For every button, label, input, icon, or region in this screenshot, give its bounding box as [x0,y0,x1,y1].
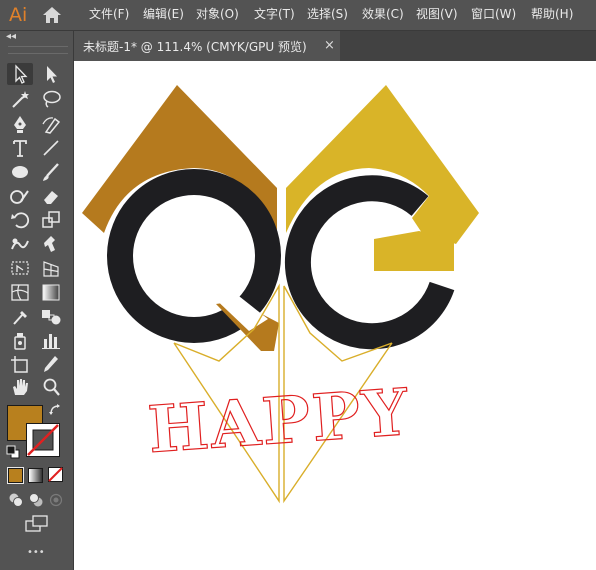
default-colors-icon[interactable] [6,445,20,459]
document-tab-bar: 未标题-1* @ 111.4% (CMYK/GPU 预览) × [74,31,596,61]
mesh-tool-icon[interactable] [7,281,33,303]
menu-bar: Ai 文件(F) 编辑(E) 对象(O) 文字(T) 选择(S) 效果(C) 视… [0,0,596,31]
lasso-tool-icon[interactable] [38,88,64,110]
blend-tool-icon[interactable] [38,305,64,327]
symbol-sprayer-tool-icon[interactable] [7,329,33,351]
menu-effect[interactable]: 效果(C) [362,7,404,22]
menu-edit[interactable]: 编辑(E) [143,7,184,22]
document-tab[interactable]: 未标题-1* @ 111.4% (CMYK/GPU 预览) × [74,31,340,61]
column-graph-tool-icon[interactable] [38,329,64,351]
menu-view[interactable]: 视图(V) [416,7,458,22]
g-crossbar [374,239,454,269]
warp-tool-icon[interactable] [7,233,33,255]
menu-type[interactable]: 文字(T) [254,7,295,22]
slice-tool-icon[interactable] [38,353,64,375]
screen-mode-icon[interactable] [25,515,49,533]
selection-tool-icon[interactable] [7,63,33,85]
close-icon[interactable]: × [324,38,335,53]
puppet-warp-tool-icon[interactable] [38,233,64,255]
menu-window[interactable]: 窗口(W) [471,7,516,22]
eraser-tool-icon[interactable] [38,185,64,207]
document-tab-label: 未标题-1* @ 111.4% (CMYK/GPU 预览) [83,40,307,54]
line-segment-tool-icon[interactable] [38,137,64,159]
none-mode-icon[interactable] [48,467,63,482]
type-tool-icon[interactable] [7,137,33,159]
shaper-tool-icon[interactable] [7,185,33,207]
curvature-tool-icon[interactable] [38,113,64,135]
artboard-canvas[interactable]: HAPPY [74,61,596,570]
gradient-tool-icon[interactable] [38,281,64,303]
hand-tool-icon[interactable] [7,376,33,398]
color-mode-icon[interactable] [7,467,24,484]
logo-artwork: HAPPY [82,85,479,504]
tools-panel: ◂◂ ••• [0,31,74,570]
zoom-tool-icon[interactable] [38,376,64,398]
magic-wand-tool-icon[interactable] [7,88,33,110]
collapse-panel-icon[interactable]: ◂◂ [6,31,16,42]
free-transform-tool-icon[interactable] [7,257,33,279]
pen-tool-icon[interactable] [7,113,33,135]
menu-help[interactable]: 帮助(H) [531,7,573,22]
paintbrush-tool-icon[interactable] [38,161,64,183]
gradient-mode-icon[interactable] [28,468,43,483]
g-crossbar-cut [369,236,374,273]
happy-text-outline: HAPPY [146,375,413,468]
draw-inside-icon[interactable] [48,492,64,508]
home-icon[interactable] [42,6,62,24]
ellipse-tool-icon[interactable] [7,161,33,183]
panel-grip[interactable] [8,46,68,54]
artboard-tool-icon[interactable] [7,353,33,375]
menu-file[interactable]: 文件(F) [89,7,129,22]
draw-normal-icon[interactable] [8,492,24,508]
rotate-tool-icon[interactable] [7,209,33,231]
app-logo: Ai [9,4,28,26]
direct-selection-tool-icon[interactable] [38,63,64,85]
draw-behind-icon[interactable] [28,492,44,508]
perspective-grid-tool-icon[interactable] [38,257,64,279]
scale-tool-icon[interactable] [38,209,64,231]
swap-colors-icon[interactable] [48,403,62,417]
menu-object[interactable]: 对象(O) [196,7,239,22]
stroke-color-swatch[interactable] [26,423,60,457]
eyedropper-tool-icon[interactable] [7,305,33,327]
more-tools-icon[interactable]: ••• [27,547,45,558]
menu-select[interactable]: 选择(S) [307,7,348,22]
